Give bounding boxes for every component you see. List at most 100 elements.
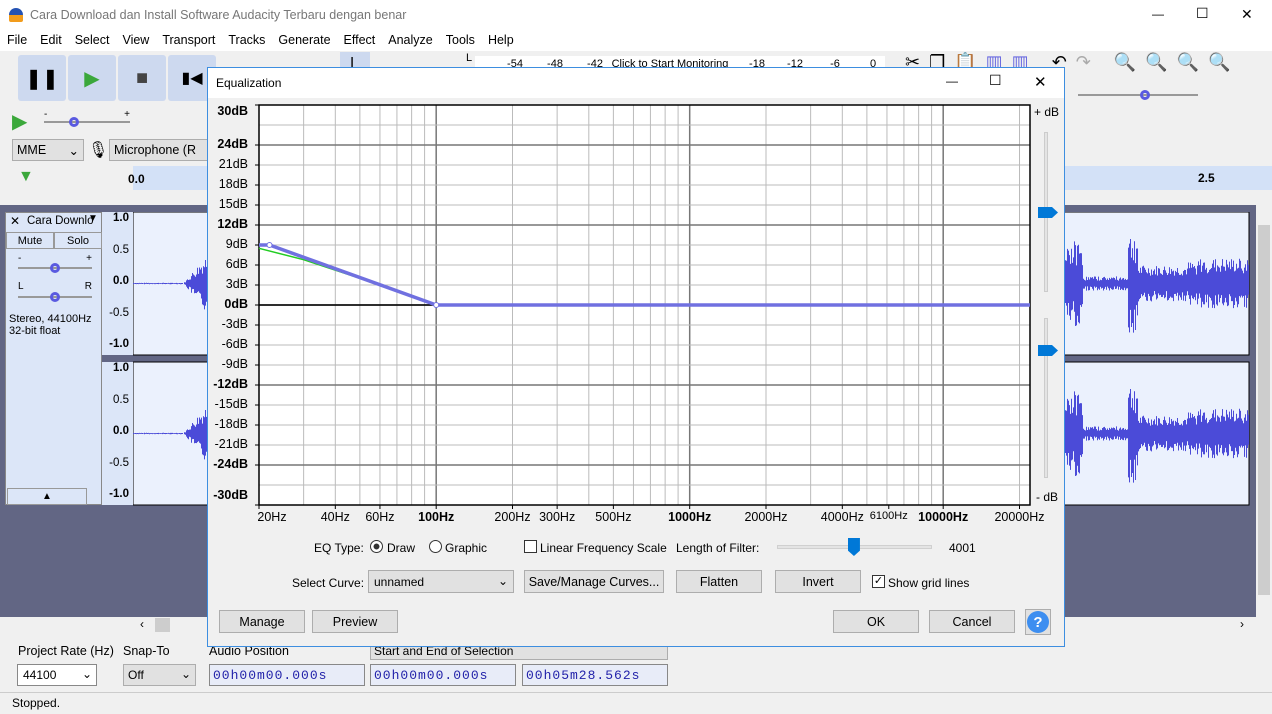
vertical-scrollbar[interactable] [1256, 205, 1272, 617]
save-manage-curves-button[interactable]: Save/Manage Curves... [524, 570, 664, 593]
menu-analyze[interactable]: Analyze [381, 31, 438, 51]
menu-help[interactable]: Help [481, 31, 520, 51]
meter-L-label: L [466, 52, 473, 64]
x-tick-label: 200Hz [494, 510, 531, 524]
min-db-slider[interactable] [1038, 318, 1058, 478]
close-button[interactable]: ✕ [1241, 6, 1253, 23]
show-grid-label[interactable]: Show grid lines [888, 576, 969, 590]
menu-view[interactable]: View [115, 31, 155, 51]
flatten-button[interactable]: Flatten [676, 570, 762, 593]
host-select[interactable]: MME ⌄ [12, 139, 84, 161]
stop-button[interactable]: ■ [118, 55, 166, 101]
menu-tools[interactable]: Tools [439, 31, 481, 51]
dialog-maximize-button[interactable]: ☐ [989, 72, 1002, 89]
x-tick-label: 40Hz [320, 510, 350, 524]
frequency-axis: 20Hz 40Hz 60Hz 100Hz 200Hz 300Hz 500Hz 1000Hz 20… [208, 510, 1066, 526]
stop-icon: ■ [135, 66, 149, 89]
gain-plus: + [86, 253, 92, 264]
draw-radio[interactable] [370, 540, 383, 553]
playback-volume-slider[interactable] [1078, 82, 1198, 100]
linear-scale-checkbox[interactable] [524, 540, 537, 553]
filter-length-slider[interactable] [777, 538, 932, 556]
gain-slider[interactable]: - + [18, 253, 92, 273]
pan-slider[interactable]: LR [18, 281, 92, 302]
menu-tracks[interactable]: Tracks [221, 31, 271, 51]
track-menu-arrow-icon[interactable]: ▼ [88, 213, 98, 224]
scroll-left-icon[interactable]: ‹ [140, 617, 144, 631]
play-button[interactable]: ▶ [68, 55, 116, 101]
fit-project-icon[interactable]: 🔍 [1208, 52, 1239, 72]
track-bit-depth: 32-bit float [9, 325, 61, 337]
play-at-speed-button[interactable]: ▶ [12, 109, 27, 134]
play-speed-slider[interactable]: - + [44, 109, 130, 127]
mute-button[interactable]: Mute [6, 232, 54, 249]
zoom-in-icon[interactable]: 🔍 [1114, 52, 1145, 72]
equalization-dialog: Equalization — ☐ ✕ 30dB 24dB 21dB 18dB 15dB 1… [207, 67, 1065, 647]
collapse-track-button[interactable]: ▲ [7, 488, 87, 505]
project-rate-select[interactable]: 44100 ⌄ [17, 664, 97, 686]
minus-db-label: - dB [1036, 490, 1059, 504]
timeline-label-0: 0.0 [128, 172, 145, 186]
solo-button[interactable]: Solo [54, 232, 102, 249]
track-close-button[interactable]: ✕ [10, 214, 20, 228]
selection-start-field[interactable]: 00h00m00.000s [370, 664, 516, 686]
chevron-down-icon: ⌄ [180, 667, 191, 681]
dialog-close-button[interactable]: ✕ [1034, 73, 1047, 91]
graphic-label[interactable]: Graphic [445, 541, 487, 555]
project-rate-value: 44100 [23, 668, 57, 682]
status-bar: Stopped. [0, 692, 1272, 714]
db-axis: 30dB 24dB 21dB 18dB 15dB 12dB 9dB 6dB 3dB 0dB -3dB… [208, 68, 248, 568]
y-tick-label: -18dB [214, 417, 248, 431]
menu-file[interactable]: File [0, 31, 33, 51]
menu-effect[interactable]: Effect [337, 31, 382, 51]
minimize-button[interactable]: — [1152, 7, 1164, 21]
timeline-pin-button[interactable]: ▼ [18, 168, 34, 186]
selection-end-value: 00h05m28.562s [526, 667, 641, 683]
audio-position-field[interactable]: 00h00m00.000s [209, 664, 365, 686]
dialog-minimize-button[interactable]: — [946, 74, 958, 88]
track-format: Stereo, 44100Hz [9, 313, 92, 325]
min-db-thumb[interactable] [1038, 345, 1058, 356]
zoom-out-icon[interactable]: 🔍 [1145, 52, 1176, 72]
menu-edit[interactable]: Edit [33, 31, 68, 51]
amplitude-tick: -0.5 [109, 306, 129, 319]
menu-generate[interactable]: Generate [271, 31, 336, 51]
select-curve-value: unnamed [374, 575, 425, 589]
window-titlebar: Cara Download dan Install Software Audac… [0, 0, 1272, 31]
ok-button[interactable]: OK [833, 610, 919, 633]
menu-select[interactable]: Select [68, 31, 116, 51]
y-tick-label: -12dB [213, 377, 248, 391]
select-curve-dropdown[interactable]: unnamed ⌄ [368, 570, 514, 593]
graphic-radio[interactable] [429, 540, 442, 553]
invert-button[interactable]: Invert [775, 570, 861, 593]
preview-button[interactable]: Preview [312, 610, 398, 633]
x-tick-label: 300Hz [539, 510, 576, 524]
cancel-button[interactable]: Cancel [929, 610, 1015, 633]
host-value: MME [17, 143, 47, 157]
maximize-button[interactable]: ☐ [1196, 5, 1209, 22]
max-db-slider[interactable] [1038, 132, 1058, 292]
manage-button[interactable]: Manage [219, 610, 305, 633]
fit-selection-icon[interactable]: 🔍 [1177, 52, 1208, 72]
snap-to-value: Off [128, 668, 144, 682]
x-tick-label: 4000Hz [820, 510, 864, 524]
pause-button[interactable]: ❚❚ [18, 55, 66, 101]
y-tick-label: 9dB [225, 237, 248, 251]
menu-transport[interactable]: Transport [155, 31, 221, 51]
redo-icon[interactable]: ↷ [1076, 52, 1100, 72]
scroll-right-icon[interactable]: › [1240, 617, 1244, 631]
y-tick-label: -9dB [221, 357, 248, 371]
max-db-thumb[interactable] [1038, 207, 1058, 218]
input-device-select[interactable]: Microphone (R [109, 139, 209, 161]
linear-scale-label[interactable]: Linear Frequency Scale [540, 541, 667, 555]
show-grid-checkbox[interactable]: ✓ [872, 575, 885, 588]
chevron-down-icon: ⌄ [497, 574, 508, 588]
help-button[interactable]: ? [1025, 609, 1051, 635]
filter-length-thumb[interactable] [847, 538, 860, 556]
y-tick-label: 0dB [224, 297, 248, 311]
selection-end-field[interactable]: 00h05m28.562s [522, 664, 668, 686]
draw-label[interactable]: Draw [387, 541, 415, 555]
track-name-menu[interactable]: Cara Downlo [27, 215, 93, 227]
eq-curve-graph[interactable] [252, 98, 1038, 510]
snap-to-select[interactable]: Off ⌄ [123, 664, 196, 686]
